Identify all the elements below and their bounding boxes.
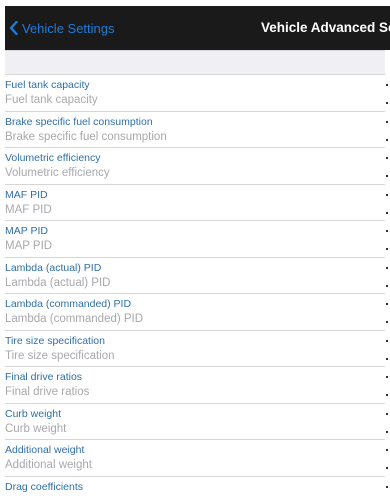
- list-item-volumetric-efficiency[interactable]: Volumetric efficiency Volumetric efficie…: [5, 148, 385, 185]
- row-edge-tick: [386, 121, 388, 123]
- row-title: Brake specific fuel consumption: [5, 115, 153, 128]
- row-edge-tick: [386, 340, 388, 342]
- row-edge-tick: [386, 431, 388, 433]
- list-item-drag-coefficients[interactable]: Drag coefficients: [5, 477, 385, 499]
- row-edge-tick: [386, 139, 388, 141]
- row-edge-tick: [386, 102, 388, 104]
- row-title: Tire size specification: [5, 334, 105, 347]
- list-item-brake-specific-fuel-consumption[interactable]: Brake specific fuel consumption Brake sp…: [5, 112, 385, 148]
- row-subtitle: Final drive ratios: [5, 386, 90, 398]
- row-edge-tick: [386, 230, 388, 232]
- navigation-bar: Vehicle Settings Vehicle Advanced Se: [5, 6, 390, 50]
- row-edge-tick: [386, 285, 388, 287]
- row-subtitle: MAF PID: [5, 203, 52, 216]
- list-item-fuel-tank-capacity[interactable]: Fuel tank capacity Fuel tank capacity: [5, 75, 385, 112]
- list-item-lambda-commanded-pid[interactable]: Lambda (commanded) PID Lambda (commanded…: [5, 294, 385, 331]
- row-subtitle: Fuel tank capacity: [5, 94, 98, 106]
- row-title: Lambda (actual) PID: [5, 261, 102, 274]
- list-item-final-drive-ratios[interactable]: Final drive ratios Final drive ratios: [5, 367, 385, 404]
- row-title: Fuel tank capacity: [5, 79, 90, 91]
- row-title: MAF PID: [5, 188, 48, 201]
- row-title: Volumetric efficiency: [5, 152, 101, 164]
- row-subtitle: MAP PID: [5, 240, 53, 252]
- row-edge-tick: [386, 175, 388, 177]
- row-title: Lambda (commanded) PID: [5, 298, 132, 310]
- chevron-left-icon: [9, 21, 18, 35]
- row-edge-tick: [386, 267, 388, 269]
- list-item-additional-weight[interactable]: Additional weight Additional weight: [5, 440, 385, 477]
- row-edge-tick: [386, 212, 388, 214]
- row-edge-tick: [386, 394, 388, 396]
- settings-list: Fuel tank capacity Fuel tank capacity Br…: [5, 75, 385, 499]
- row-edge-tick: [386, 449, 388, 451]
- row-edge-tick: [386, 157, 388, 159]
- row-subtitle: Additional weight: [5, 459, 92, 471]
- row-edge-tick: [386, 358, 388, 360]
- row-title: Final drive ratios: [5, 371, 83, 383]
- row-edge-tick: [386, 248, 388, 250]
- row-edge-tick: [386, 413, 388, 415]
- list-item-map-pid[interactable]: MAP PID MAP PID: [5, 221, 385, 258]
- list-item-curb-weight[interactable]: Curb weight Curb weight: [5, 404, 385, 440]
- row-title: Curb weight: [5, 407, 62, 420]
- back-button-label: Vehicle Settings: [22, 20, 115, 36]
- row-edge-tick: [386, 303, 388, 305]
- list-item-lambda-actual-pid[interactable]: Lambda (actual) PID Lambda (actual) PID: [5, 258, 385, 294]
- row-edge-tick: [386, 321, 388, 323]
- row-edge-tick: [386, 84, 388, 86]
- page-title: Vehicle Advanced Se: [261, 20, 390, 35]
- back-button[interactable]: Vehicle Settings: [9, 6, 115, 50]
- row-subtitle: Brake specific fuel consumption: [5, 130, 167, 143]
- settings-content: Fuel tank capacity Fuel tank capacity Br…: [5, 50, 385, 499]
- row-subtitle: Lambda (commanded) PID: [5, 313, 144, 325]
- list-item-tire-size-specification[interactable]: Tire size specification Tire size specif…: [5, 331, 385, 367]
- row-edge-tick: [386, 376, 388, 378]
- row-edge-tick: [386, 486, 388, 488]
- row-title: MAP PID: [5, 225, 48, 237]
- row-subtitle: Volumetric efficiency: [5, 167, 110, 179]
- section-header: [5, 50, 385, 75]
- row-subtitle: Tire size specification: [5, 349, 115, 362]
- row-edge-tick: [386, 467, 388, 469]
- row-title: Drag coefficients: [5, 480, 84, 493]
- list-item-maf-pid[interactable]: MAF PID MAF PID: [5, 185, 385, 221]
- row-subtitle: Curb weight: [5, 422, 67, 435]
- row-subtitle: Lambda (actual) PID: [5, 276, 111, 289]
- row-title: Additional weight: [5, 444, 85, 456]
- row-edge-tick: [386, 194, 388, 196]
